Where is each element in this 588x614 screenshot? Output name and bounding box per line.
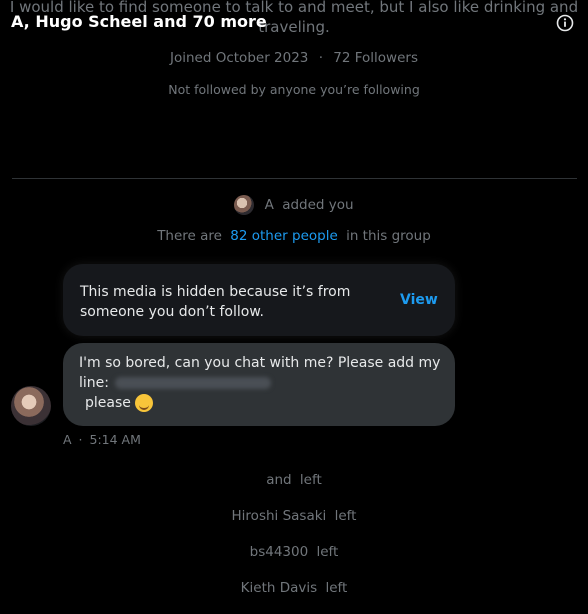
- sender-avatar[interactable]: [11, 386, 51, 426]
- message-text: I'm so bored, can you chat with me? Plea…: [79, 353, 449, 413]
- group-members-link[interactable]: 82 other people: [230, 228, 338, 244]
- message-meta: A · 5:14 AM: [63, 432, 141, 447]
- left-event-action: left: [316, 544, 339, 560]
- left-event-action: left: [325, 580, 348, 596]
- message-time: 5:14 AM: [89, 432, 141, 447]
- adder-avatar: [234, 195, 255, 215]
- message-line3: please: [79, 393, 449, 413]
- profile-meta: Joined October 2023 · 72 Followers: [0, 50, 588, 66]
- left-event: bs44300 left: [0, 544, 588, 560]
- left-event: Hiroshi Sasaki left: [0, 508, 588, 524]
- meta-separator: ·: [318, 50, 323, 66]
- adder-name: A: [264, 197, 274, 213]
- hidden-media-text: This media is hidden because it’s from s…: [80, 284, 351, 320]
- left-event-name: and: [266, 472, 292, 488]
- divider: [12, 178, 577, 179]
- smiling-face-icon: [135, 394, 154, 412]
- joined-date: Joined October 2023: [170, 50, 309, 66]
- hidden-media-card: This media is hidden because it’s from s…: [63, 264, 455, 336]
- message-please: please: [85, 395, 131, 411]
- left-event-name[interactable]: Hiroshi Sasaki: [232, 508, 327, 524]
- message-line2: line:: [79, 373, 449, 393]
- message-sender[interactable]: A: [63, 432, 72, 447]
- dm-conversation-page: I would like to find someone to talk to …: [0, 0, 588, 614]
- message-bubble[interactable]: I'm so bored, can you chat with me? Plea…: [63, 343, 455, 426]
- left-event: and left: [0, 472, 588, 488]
- message-dot: ·: [78, 432, 83, 447]
- message-line-label: line:: [79, 375, 109, 391]
- message-line1: I'm so bored, can you chat with me? Plea…: [79, 355, 441, 371]
- conversation-title[interactable]: A, Hugo Scheel and 70 more: [11, 12, 267, 31]
- group-suffix: in this group: [346, 228, 431, 244]
- left-event-action: left: [299, 472, 322, 488]
- not-followed-note: Not followed by anyone you’re following: [168, 82, 420, 97]
- left-event-name[interactable]: bs44300: [250, 544, 309, 560]
- group-prefix: There are: [157, 228, 222, 244]
- view-media-button[interactable]: View: [400, 292, 438, 308]
- conversation-header: A, Hugo Scheel and 70 more: [0, 0, 588, 44]
- blurred-line-id: [114, 377, 271, 389]
- group-info: There are 82 other people in this group: [0, 228, 588, 244]
- added-you-event: A added you: [0, 195, 588, 215]
- info-icon[interactable]: [556, 14, 574, 32]
- left-event-name[interactable]: Kieth Davis: [241, 580, 318, 596]
- left-event: Kieth Davis left: [0, 580, 588, 596]
- left-event-action: left: [334, 508, 357, 524]
- followers-count[interactable]: 72 Followers: [333, 50, 418, 66]
- added-text: added you: [282, 197, 354, 213]
